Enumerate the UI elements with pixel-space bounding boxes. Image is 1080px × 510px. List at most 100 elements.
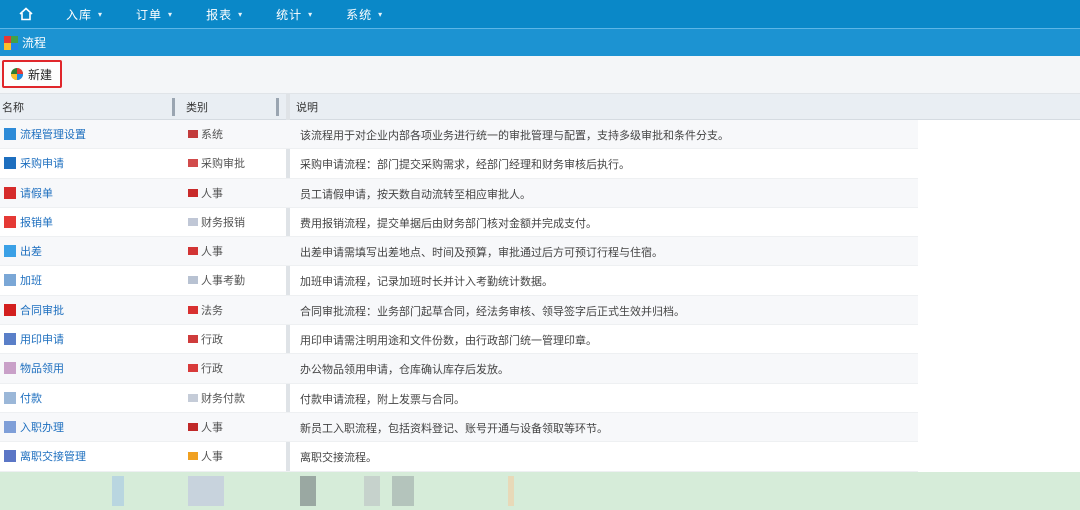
nav-menu-label: 入库 (66, 7, 93, 22)
row-category-cell: 系统 (188, 127, 223, 141)
category-icon (188, 217, 198, 226)
row-name-cell[interactable]: 入职办理 (4, 420, 64, 434)
category-icon (188, 452, 198, 461)
table-row[interactable]: 请假单 人事 员工请假申请，按天数自动流转至相应审批人。 (0, 178, 918, 208)
table-row[interactable]: 付款 财务付款 付款申请流程，附上发票与合同。 (0, 384, 918, 413)
row-name-link[interactable]: 物品领用 (20, 360, 64, 376)
nav-menu-label: 统计 (276, 7, 303, 22)
row-description-cell: 员工请假申请，按天数自动流转至相应审批人。 (300, 187, 531, 200)
column-resize-handle[interactable] (276, 98, 279, 116)
nav-menu-label: 系统 (346, 7, 373, 22)
row-name-link[interactable]: 离职交接管理 (20, 448, 86, 464)
nav-menu-label: 报表 (206, 7, 233, 22)
category-icon (188, 335, 198, 344)
category-icon (188, 305, 198, 314)
category-icon (188, 276, 198, 285)
column-resize-handle[interactable] (172, 98, 175, 116)
row-name-link[interactable]: 出差 (20, 243, 42, 259)
category-icon (188, 130, 198, 138)
row-description-cell: 用印申请需注明用途和文件份数，由行政部门统一管理印章。 (300, 334, 597, 347)
table-row[interactable]: 加班 人事考勤 加班申请流程，记录加班时长并计入考勤统计数据。 (0, 266, 918, 296)
pager-prev-button[interactable] (300, 476, 316, 506)
row-name-link[interactable]: 报销单 (20, 214, 53, 230)
item-icon (4, 303, 16, 316)
row-name-cell[interactable]: 采购申请 (4, 156, 64, 170)
home-button[interactable] (0, 0, 52, 28)
row-name-cell[interactable]: 物品领用 (4, 361, 64, 375)
row-name-link[interactable]: 付款 (20, 390, 42, 406)
row-description-cell: 出差申请需填写出差地点、时间及预算，审批通过后方可预订行程与住宿。 (300, 246, 663, 259)
row-name-link[interactable]: 采购申请 (20, 155, 64, 171)
item-icon (4, 215, 16, 228)
row-category-cell: 人事 (188, 186, 223, 200)
table-row[interactable]: 采购申请 采购审批 采购申请流程：部门提交采购需求，经部门经理和财务审核后执行。 (0, 149, 918, 179)
status-indicator (112, 476, 124, 506)
nav-menu-5[interactable]: 系统 ▾ (332, 0, 402, 28)
row-description-cell: 合同审批流程：业务部门起草合同，经法务审核、领导签字后正式生效并归档。 (300, 304, 685, 317)
row-category-text: 行政 (201, 362, 223, 376)
top-nav: 入库 ▾ 订单 ▾ 报表 ▾ 统计 ▾ 系统 ▾ (0, 0, 1080, 28)
row-name-link[interactable]: 流程管理设置 (20, 126, 86, 142)
row-category-text: 人事考勤 (201, 274, 245, 288)
row-name-link[interactable]: 请假单 (20, 185, 53, 201)
table-row[interactable]: 报销单 财务报销 费用报销流程，提交单据后由财务部门核对金额并完成支付。 (0, 208, 918, 238)
row-name-link[interactable]: 加班 (20, 272, 42, 288)
table-row[interactable]: 入职办理 人事 新员工入职流程，包括资料登记、账号开通与设备领取等环节。 (0, 412, 918, 443)
item-icon (4, 274, 16, 287)
column-header-name[interactable]: 名称 (2, 94, 180, 120)
row-description-cell: 该流程用于对企业内部各项业务进行统一的审批管理与配置，支持多级审批和条件分支。 (300, 129, 729, 141)
item-icon (4, 333, 16, 346)
nav-menu-4[interactable]: 统计 ▾ (262, 0, 332, 28)
item-icon (4, 391, 16, 404)
grid-header: 名称 类别 说明 (0, 94, 1080, 120)
row-name-cell[interactable]: 流程管理设置 (4, 127, 86, 141)
row-category-cell: 行政 (188, 361, 223, 375)
row-name-cell[interactable]: 请假单 (4, 186, 53, 200)
column-header-label: 说明 (296, 101, 318, 114)
nav-menu-2[interactable]: 订单 ▾ (122, 0, 192, 28)
row-description-cell: 付款申请流程，附上发票与合同。 (300, 392, 465, 405)
nav-menu-3[interactable]: 报表 ▾ (192, 0, 262, 28)
row-name-link[interactable]: 入职办理 (20, 419, 64, 435)
new-icon (11, 68, 23, 80)
new-button[interactable]: 新建 (2, 60, 62, 88)
table-row[interactable]: 离职交接管理 人事 离职交接流程。 (0, 442, 918, 472)
column-header-category[interactable]: 类别 (186, 94, 282, 120)
row-category-cell: 人事 (188, 244, 223, 258)
row-category-text: 人事 (201, 186, 223, 200)
row-name-cell[interactable]: 付款 (4, 391, 42, 405)
row-description-cell: 新员工入职流程，包括资料登记、账号开通与设备领取等环节。 (300, 421, 608, 434)
row-description-cell: 加班申请流程，记录加班时长并计入考勤统计数据。 (300, 275, 553, 288)
item-icon (4, 157, 16, 170)
row-name-cell[interactable]: 用印申请 (4, 332, 64, 346)
pager-last-button[interactable] (392, 476, 414, 506)
row-category-cell: 行政 (188, 332, 223, 346)
row-name-cell[interactable]: 合同审批 (4, 303, 64, 317)
table-row[interactable]: 合同审批 法务 合同审批流程：业务部门起草合同，经法务审核、领导签字后正式生效并归档… (0, 295, 918, 326)
column-header-label: 类别 (186, 101, 208, 114)
table-row[interactable]: 物品领用 行政 办公物品领用申请，仓库确认库存后发放。 (0, 354, 918, 384)
page-header: 流程 (0, 28, 1080, 56)
row-name-link[interactable]: 用印申请 (20, 331, 64, 347)
row-category-cell: 人事 (188, 449, 223, 463)
pager-next-button[interactable] (364, 476, 380, 506)
row-name-cell[interactable]: 加班 (4, 273, 42, 287)
data-grid: 名称 类别 说明 流程管理设置 系统 该流程用于对企业内部各项业务进行统一的审批管理… (0, 94, 1080, 472)
row-category-text: 采购审批 (201, 157, 245, 171)
row-name-cell[interactable]: 出差 (4, 244, 42, 258)
row-name-link[interactable]: 合同审批 (20, 302, 64, 318)
column-header-description[interactable]: 说明 (296, 94, 896, 120)
pager-first-button[interactable] (188, 476, 224, 506)
category-icon (188, 159, 198, 168)
table-row[interactable]: 流程管理设置 系统 该流程用于对企业内部各项业务进行统一的审批管理与配置，支持多级审… (0, 120, 918, 150)
grid-body: 流程管理设置 系统 该流程用于对企业内部各项业务进行统一的审批管理与配置，支持多级审… (0, 120, 918, 472)
item-icon (4, 128, 16, 140)
table-row[interactable]: 用印申请 行政 用印申请需注明用途和文件份数，由行政部门统一管理印章。 (0, 325, 918, 355)
home-icon (19, 7, 33, 21)
row-name-cell[interactable]: 报销单 (4, 215, 53, 229)
row-description-cell: 费用报销流程，提交单据后由财务部门核对金额并完成支付。 (300, 216, 597, 229)
toolbar: 新建 (0, 56, 1080, 94)
table-row[interactable]: 出差 人事 出差申请需填写出差地点、时间及预算，审批通过后方可预订行程与住宿。 (0, 237, 918, 267)
nav-menu-1[interactable]: 入库 ▾ (52, 0, 122, 28)
row-name-cell[interactable]: 离职交接管理 (4, 449, 86, 463)
